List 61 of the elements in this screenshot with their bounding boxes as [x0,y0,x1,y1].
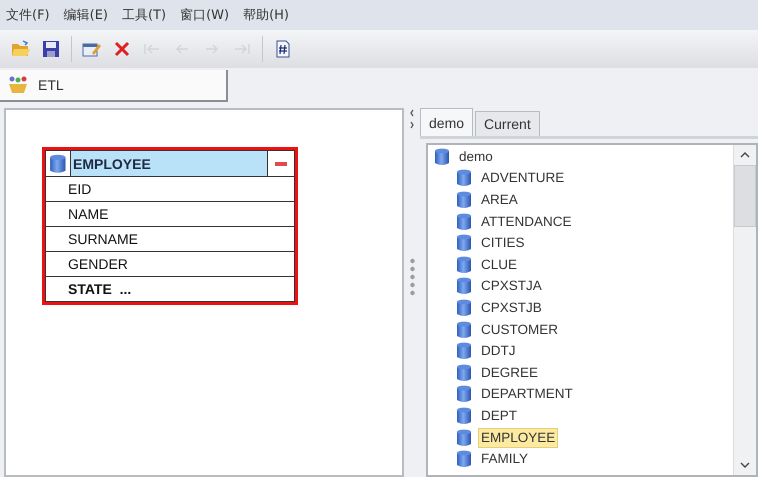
tree-item[interactable]: DEPT [478,406,520,426]
close-icon [114,41,130,57]
database-icon [456,298,472,318]
tab[interactable]: Current [475,111,540,136]
tree-item[interactable]: CLUE [478,254,520,275]
database-icon [456,168,472,188]
right-arrow-icon [204,43,220,55]
tree-item[interactable]: CITIES [478,233,528,254]
database-icon [456,428,472,448]
database-icon [456,320,472,340]
tree-item[interactable]: CUSTOMER [478,320,562,340]
down-caret-icon[interactable] [740,462,750,468]
database-icon [456,254,472,275]
table-node[interactable]: EMPLOYEE EID NAME SURNAME GENDER STATE ... [42,147,298,305]
minus-icon[interactable] [275,162,287,166]
hash-document-icon [276,40,290,58]
tree-item[interactable]: DDTJ [478,341,518,362]
tab[interactable]: demo [420,108,474,136]
left-arrow-icon [174,43,190,55]
field-row[interactable]: SURNAME [45,227,295,252]
database-icon [434,146,450,167]
database-icon [456,276,472,296]
document-tab[interactable]: ETL [0,70,228,102]
scroll-thumb[interactable] [734,165,756,227]
database-icon [456,362,472,383]
menu-item[interactable]: 文件(F) [6,6,50,24]
tree-item[interactable]: DEPARTMENT [478,384,576,404]
database-icon [456,384,472,404]
basket-icon [8,76,28,94]
tree-item[interactable]: ATTENDANCE [478,212,575,232]
field-row[interactable]: EID [45,177,295,202]
menu-item[interactable]: 帮助(H) [243,6,289,24]
up-caret-icon[interactable] [740,152,750,158]
database-icon [456,406,472,426]
field-row[interactable]: STATE ... [45,277,295,302]
tree-item[interactable]: FAMILY [478,449,532,470]
database-icon [456,449,472,470]
tree-item[interactable]: demo [456,146,496,167]
menu-item[interactable]: 编辑(E) [64,6,108,24]
database-icon [456,190,472,210]
collapse-arrows-icon[interactable] [409,108,415,130]
table-title: EMPLOYEE [70,151,268,176]
folder-icon [11,40,31,58]
database-icon [49,152,67,174]
scrollbar[interactable] [733,145,756,475]
tree-item[interactable]: ADVENTURE [478,168,568,188]
tree-item[interactable]: CPXSTJA [478,276,545,296]
splitter-grip-icon[interactable] [410,257,414,297]
database-icon [456,341,472,362]
tree-item[interactable]: DEGREE [478,362,542,383]
first-arrow-icon [143,43,161,55]
field-row[interactable]: NAME [45,202,295,227]
database-icon [456,233,472,254]
tree-item[interactable]: EMPLOYEE [478,428,558,448]
tree-item[interactable]: AREA [478,190,521,210]
last-arrow-icon [233,43,251,55]
menu-item[interactable]: 工具(T) [122,6,166,24]
menu-item[interactable]: 窗口(W) [180,6,230,24]
field-row[interactable]: GENDER [45,252,295,277]
tree-item[interactable]: CPXSTJB [478,298,545,318]
database-icon [456,212,472,232]
